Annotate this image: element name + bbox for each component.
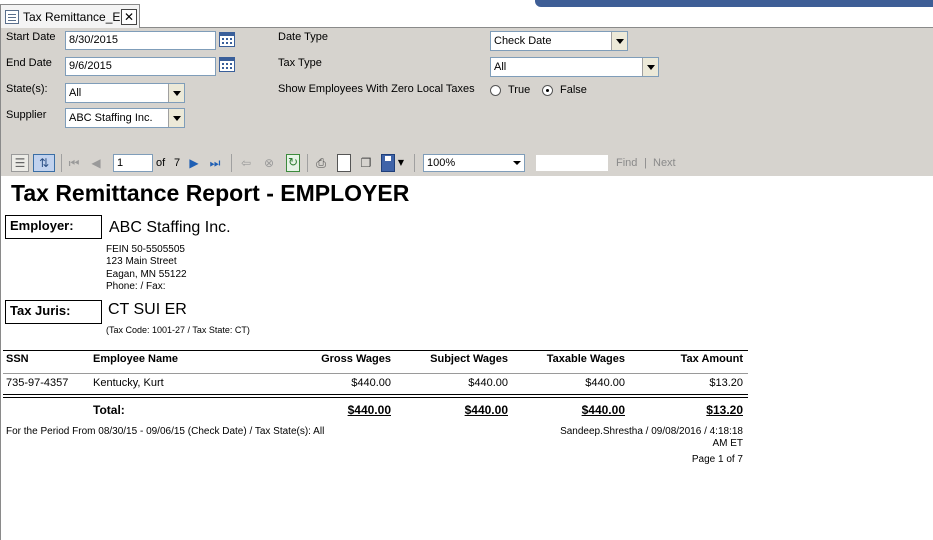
total-taxable-wages: $440.00	[581, 403, 625, 417]
column-header-taxable-wages: Taxable Wages	[546, 353, 625, 365]
tab-tax-remittance[interactable]: Tax Remittance_ER ✕	[0, 4, 140, 28]
total-subject-wages: $440.00	[464, 403, 508, 417]
chevron-down-icon[interactable]	[611, 32, 627, 50]
report-title: Tax Remittance Report - EMPLOYER	[11, 180, 410, 206]
chevron-down-icon[interactable]	[511, 156, 523, 170]
title-bar-accent	[535, 0, 933, 7]
total-tax-amount: $13.20	[706, 403, 743, 417]
toolbar-separator	[231, 154, 232, 172]
find-separator: |	[644, 157, 647, 169]
page-number-input[interactable]: 1	[113, 154, 153, 172]
start-date-input[interactable]: 8/30/2015	[65, 31, 216, 50]
date-type-select-value: Check Date	[494, 35, 552, 47]
start-date-label: Start Date	[6, 31, 56, 43]
export-icon[interactable]	[381, 154, 395, 172]
table-header-rule	[3, 373, 748, 374]
parameters-toggle-icon[interactable]: ⇅	[33, 154, 55, 172]
export-chevron-down-icon[interactable]: ▼	[396, 154, 406, 172]
stop-icon[interactable]: ⊗	[261, 154, 277, 172]
print-icon[interactable]: ⎙	[313, 154, 329, 172]
footer-page-number: Page 1 of 7	[691, 454, 743, 465]
cell-gross-wages: $440.00	[351, 377, 391, 389]
cell-subject-wages: $440.00	[468, 377, 508, 389]
supplier-select-value: ABC Staffing Inc.	[69, 112, 153, 124]
find-input[interactable]	[535, 154, 609, 172]
chevron-down-icon[interactable]	[642, 58, 658, 76]
zero-local-true-radio[interactable]	[490, 85, 501, 96]
page-of-label: of	[156, 157, 166, 169]
column-header-subject-wages: Subject Wages	[430, 353, 508, 365]
tax-type-select-value: All	[494, 61, 507, 73]
total-label: Total:	[93, 403, 125, 417]
table-top-rule	[3, 350, 748, 351]
report-toolbar: ☰ ⇅ ⏮ ◀ 1 of 7 ▶ ⏭ ⇦ ⊗ ↻ ⎙ ❐ ▼ 100% Find…	[0, 150, 933, 176]
calendar-icon[interactable]	[219, 32, 235, 47]
totals-rule-2	[3, 397, 748, 398]
print-layout-icon[interactable]	[337, 154, 351, 172]
total-gross-wages: $440.00	[347, 403, 391, 417]
tax-code-line: (Tax Code: 1001-27 / Tax State: CT)	[106, 325, 250, 335]
column-header-gross-wages: Gross Wages	[321, 353, 391, 365]
date-type-label: Date Type	[278, 31, 328, 43]
zoom-select-value: 100%	[427, 157, 456, 169]
find-next-button[interactable]: Next	[653, 157, 676, 169]
tab-label: Tax Remittance_ER	[23, 10, 130, 24]
chevron-down-icon[interactable]	[168, 109, 184, 127]
cell-taxable-wages: $440.00	[585, 377, 625, 389]
zero-local-false-radio[interactable]	[542, 85, 553, 96]
toolbar-separator	[414, 154, 415, 172]
zero-local-taxes-label: Show Employees With Zero Local Taxes	[278, 83, 475, 95]
employer-address-line2: Eagan, MN 55122	[106, 269, 187, 280]
tab-strip: Tax Remittance_ER ✕	[0, 0, 933, 28]
report-viewer: Tax Remittance Report - EMPLOYER Employe…	[0, 176, 933, 540]
footer-user-timestamp: Sandeep.Shrestha / 09/08/2016 / 4:18:18	[560, 426, 743, 437]
close-icon[interactable]: ✕	[121, 9, 137, 25]
supplier-select[interactable]: ABC Staffing Inc.	[65, 108, 185, 128]
states-select-value: All	[69, 87, 82, 99]
cell-employee-name: Kentucky, Kurt	[93, 377, 164, 389]
column-header-employee-name: Employee Name	[93, 353, 178, 365]
zero-local-false-label[interactable]: False	[560, 84, 587, 96]
page-total: 7	[174, 157, 181, 169]
next-page-icon[interactable]: ▶	[187, 154, 201, 172]
tax-type-label: Tax Type	[278, 57, 322, 69]
page-setup-icon[interactable]: ❐	[358, 154, 374, 172]
supplier-label: Supplier	[6, 109, 47, 121]
column-header-tax-amount: Tax Amount	[680, 353, 743, 365]
tax-juris-label: Tax Juris:	[5, 300, 102, 324]
date-type-select[interactable]: Check Date	[490, 31, 628, 51]
last-page-icon[interactable]: ⏭	[208, 154, 222, 172]
employer-phone: Phone: / Fax:	[106, 281, 166, 292]
footer-period: For the Period From 08/30/15 - 09/06/15 …	[6, 426, 325, 437]
end-date-input[interactable]: 9/6/2015	[65, 57, 216, 76]
footer-timezone: AM ET	[712, 438, 743, 449]
employer-fein: FEIN 50-5505505	[106, 244, 185, 255]
report-icon	[5, 10, 19, 24]
states-select[interactable]: All	[65, 83, 185, 103]
employer-label: Employer:	[5, 215, 102, 239]
states-label: State(s):	[6, 83, 48, 95]
first-page-icon[interactable]: ⏮	[67, 154, 81, 172]
cell-ssn: 735-97-4357	[6, 377, 69, 389]
cell-tax-amount: $13.20	[709, 377, 743, 389]
totals-rule-1	[3, 394, 748, 395]
tax-juris-name: CT SUI ER	[108, 301, 187, 318]
document-map-icon[interactable]: ☰	[11, 154, 29, 172]
column-header-ssn: SSN	[6, 353, 29, 365]
find-button[interactable]: Find	[616, 157, 637, 169]
employer-name: ABC Staffing Inc.	[109, 219, 231, 236]
calendar-icon[interactable]	[219, 57, 235, 72]
previous-page-icon[interactable]: ◀	[89, 154, 103, 172]
tax-type-select[interactable]: All	[490, 57, 659, 77]
back-icon[interactable]: ⇦	[239, 154, 253, 172]
refresh-icon[interactable]: ↻	[286, 154, 300, 172]
chevron-down-icon[interactable]	[168, 84, 184, 102]
parameter-panel: Start Date 8/30/2015 End Date 9/6/2015 S…	[0, 28, 933, 150]
zero-local-true-label[interactable]: True	[508, 84, 530, 96]
toolbar-separator	[307, 154, 308, 172]
zoom-select[interactable]: 100%	[423, 154, 525, 172]
employer-address-line1: 123 Main Street	[106, 256, 177, 267]
end-date-label: End Date	[6, 57, 52, 69]
toolbar-separator	[61, 154, 62, 172]
